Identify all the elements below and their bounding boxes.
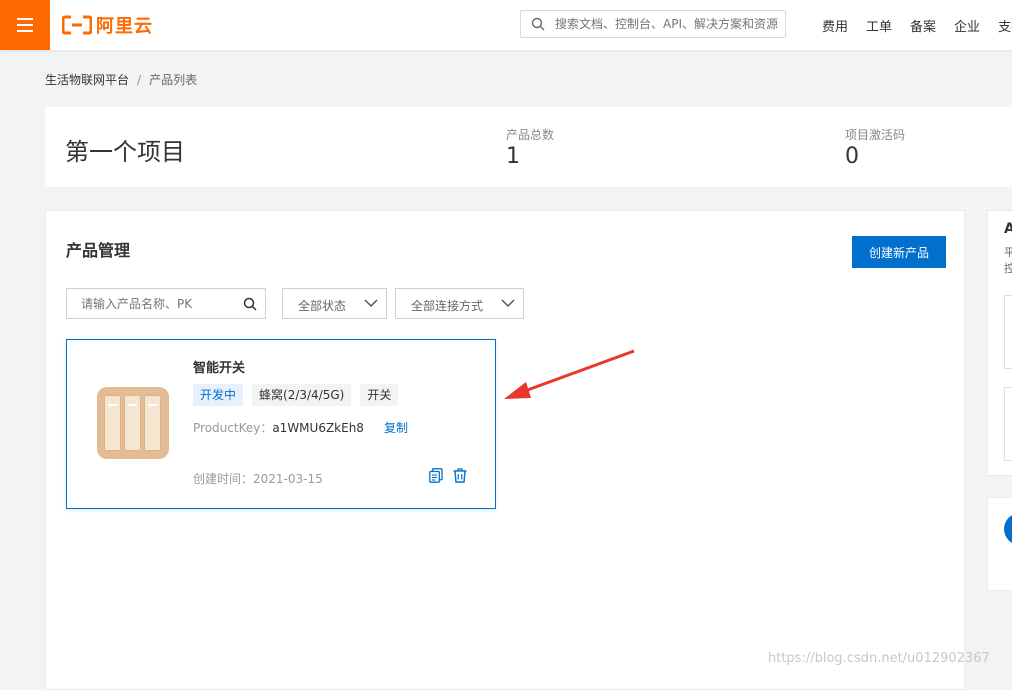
product-tags: 开发中 蜂窝(2/3/4/5G) 开关: [193, 384, 407, 406]
product-key-row: ProductKey：a1WMU6ZkEh8 复制: [193, 419, 408, 436]
nav-item-billing[interactable]: 费用: [822, 16, 848, 35]
logo-text: 阿里云: [96, 16, 153, 37]
status-filter-select[interactable]: 全部状态: [282, 288, 387, 319]
connection-badge: 蜂窝(2/3/4/5G): [252, 384, 352, 406]
created-time: 创建时间：2021-03-15: [193, 470, 323, 487]
created-time-label: 创建时间：: [193, 472, 254, 486]
copy-product-key-link[interactable]: 复制: [384, 421, 408, 435]
top-bar: 阿里云 费用 工单 备案 企业 支持: [0, 0, 1012, 50]
breadcrumb-item-platform[interactable]: 生活物联网平台: [45, 73, 129, 87]
status-filter-value: 全部状态: [298, 299, 347, 313]
connection-filter-select[interactable]: 全部连接方式: [395, 288, 524, 319]
panel-title: 产品管理: [66, 241, 131, 260]
category-badge: 开关: [360, 384, 399, 406]
product-name[interactable]: 智能开关: [193, 357, 245, 376]
side-panel-text-line: 控: [1004, 262, 1012, 275]
stat-value: 1: [506, 144, 520, 169]
side-panel-box[interactable]: [1004, 387, 1012, 461]
product-card[interactable]: 智能开关 开发中 蜂窝(2/3/4/5G) 开关 ProductKey：a1WM…: [66, 339, 496, 509]
breadcrumb-item-current: 产品列表: [149, 73, 198, 87]
breadcrumb-separator: /: [137, 73, 142, 87]
watermark: https://blog.csdn.net/u012902367: [768, 651, 990, 666]
search-icon: [531, 17, 545, 31]
nav-item-support[interactable]: 支持: [998, 16, 1012, 35]
annotation-arrow: [504, 349, 635, 399]
stat-value: 0: [845, 144, 859, 169]
stat-label: 项目激活码: [845, 128, 906, 142]
product-search-box[interactable]: [66, 288, 266, 319]
side-panel-text: 平 控: [1004, 245, 1012, 277]
copy-product-button[interactable]: [429, 468, 443, 487]
stat-activation-code: 项目激活码 0: [845, 126, 905, 169]
avatar[interactable]: [1004, 513, 1012, 545]
chevron-down-icon: [364, 299, 378, 308]
card-actions: [429, 468, 477, 487]
nav-item-tickets[interactable]: 工单: [866, 16, 892, 35]
hamburger-icon: [17, 18, 33, 32]
created-time-value: 2021-03-15: [253, 472, 323, 486]
side-panel-text-line: 平: [1004, 246, 1012, 259]
nav-item-enterprise[interactable]: 企业: [954, 16, 980, 35]
status-badge: 开发中: [193, 384, 244, 406]
global-search[interactable]: [520, 10, 786, 38]
stat-label: 产品总数: [506, 128, 555, 142]
connection-filter-value: 全部连接方式: [411, 299, 484, 313]
project-title: 第一个项目: [65, 138, 185, 166]
breadcrumb: 生活物联网平台 / 产品列表: [45, 71, 197, 88]
side-panel-title: A: [1004, 221, 1012, 237]
global-search-input[interactable]: [555, 14, 781, 34]
hamburger-menu-button[interactable]: [0, 0, 50, 50]
aliyun-logo[interactable]: 阿里云: [62, 12, 153, 38]
create-product-button[interactable]: 创建新产品: [852, 236, 946, 268]
nav-item-icp[interactable]: 备案: [910, 16, 936, 35]
product-key-value: a1WMU6ZkEh8: [272, 421, 364, 435]
side-panel-secondary: [987, 497, 1012, 591]
aliyun-logo-icon: [62, 15, 92, 35]
project-summary-card: 第一个项目 产品总数 1 项目激活码 0: [45, 107, 1012, 187]
delete-product-button[interactable]: [453, 468, 467, 487]
product-management-panel: 产品管理 创建新产品 全部状态 全部连接方式 智能开关 开发中: [45, 210, 965, 690]
copy-icon: [429, 468, 443, 483]
chevron-down-icon: [501, 299, 515, 308]
product-key-label: ProductKey：: [193, 421, 273, 435]
trash-icon: [453, 468, 467, 483]
top-nav: 费用 工单 备案 企业 支持: [822, 16, 1012, 35]
product-search-input[interactable]: [81, 295, 231, 313]
stat-product-count: 产品总数 1: [506, 126, 554, 169]
side-panel-box[interactable]: [1004, 295, 1012, 369]
smart-switch-icon: [97, 387, 169, 459]
search-icon[interactable]: [243, 297, 257, 311]
side-panel: A 平 控: [987, 210, 1012, 476]
